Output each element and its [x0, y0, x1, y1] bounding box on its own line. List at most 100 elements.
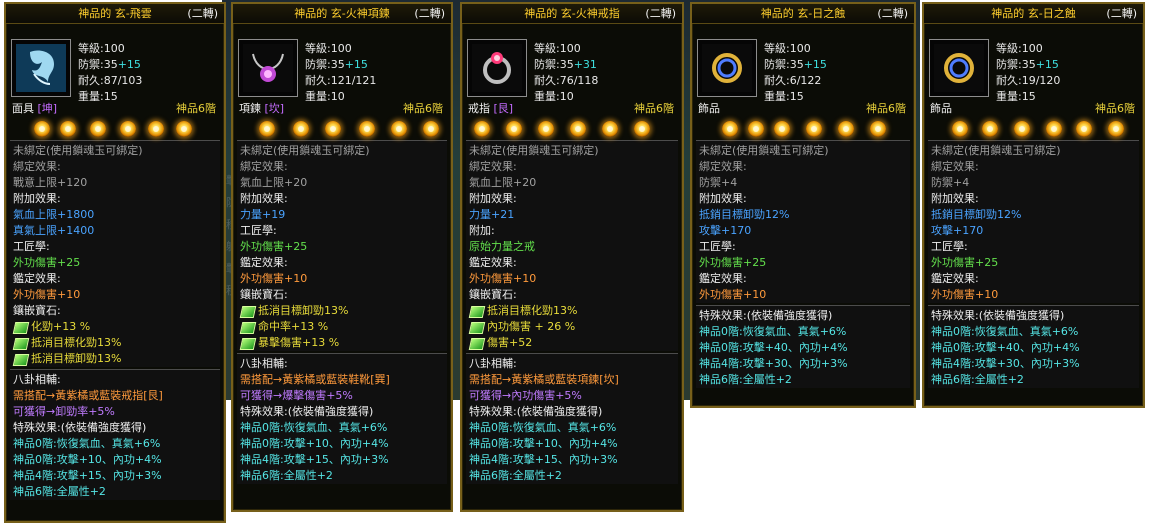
level-value: 100: [789, 42, 811, 55]
item-tooltip-panel: 神品的 玄-日之蝕 (二轉) 等級:100 防禦:35+15 耐久:19/120 重量:1…: [922, 2, 1145, 408]
item-trigram: [坎]: [264, 102, 285, 115]
item-title: 神品的 玄-火神戒指 (二轉): [462, 4, 682, 24]
effect-line: 需搭配→黃紫橘或藍裝項鍊[坎]: [469, 373, 619, 386]
item-type-row: 飾品 神品6階: [924, 101, 1143, 118]
gem-line: 抵消目標卸勁13%: [13, 351, 217, 367]
item-tooltip-panel: 神品的 玄-飛雲 (二轉) 等級:100 防禦:35+15 耐久:87/103 重量:15…: [4, 2, 226, 523]
item-type: 飾品: [930, 102, 952, 115]
item-base-stats: 等級:100 防禦:35+15 耐久:121/121 重量:10: [305, 41, 376, 105]
attribute-line: 鑑定效果:: [931, 272, 979, 285]
attribute-line: 工匠學:: [240, 224, 277, 237]
gem-line: 抵消目標卸勁13%: [240, 303, 444, 319]
effect-line: 需搭配→黃紫橘或藍裝戒指[艮]: [13, 389, 163, 402]
refine-orb-icon: [423, 121, 439, 137]
attribute-line: 鑑定效果:: [240, 256, 288, 269]
item-type: 飾品: [698, 102, 720, 115]
item-attributes: 未綁定(使用鎖魂玉可綁定) 綁定效果: 氣血上限+20 附加效果: 力量+19 工匠學: 外…: [237, 140, 447, 351]
durability-value: 76/118: [559, 74, 599, 87]
item-attributes: 未綁定(使用鎖魂玉可綁定) 綁定效果: 防禦+4 附加效果: 抵銷目標卸勁12% 攻擊+1…: [928, 140, 1139, 303]
refine-orb-icon: [722, 121, 738, 137]
defense-bonus: +15: [344, 58, 368, 71]
item-trigram: [艮]: [493, 102, 514, 115]
effect-line: 特殊效果:(依裝備強度獲得): [931, 309, 1065, 322]
effect-line: 八卦相輔:: [13, 373, 61, 386]
gem-line: 抵消目標化勁13%: [469, 303, 675, 319]
effect-line: 特殊效果:(依裝備強度獲得): [13, 421, 147, 434]
effect-line: 八卦相輔:: [240, 357, 288, 370]
item-header: 等級:100 防禦:35+15 耐久:6/122 重量:15: [692, 24, 914, 103]
defense-label: 防禦:: [534, 58, 560, 71]
refine-orb-row: [924, 118, 1143, 140]
item-grade: 神品6階: [866, 102, 906, 115]
refine-orb-row: [462, 118, 682, 140]
attribute-line: 工匠學:: [699, 240, 736, 253]
defense-bonus: +15: [1035, 58, 1059, 71]
item-tooltip-panel: 神品的 玄-火神項鍊 (二轉) 等級:100 防禦:35+15 耐久:121/121 重量…: [231, 2, 453, 512]
defense-bonus: +15: [803, 58, 827, 71]
item-base-stats: 等級:100 防禦:35+15 耐久:6/122 重量:15: [764, 41, 827, 105]
refine-orb-icon: [506, 121, 522, 137]
item-icon-frame: [238, 39, 298, 97]
refine-orb-icon: [90, 121, 106, 137]
item-attributes: 未綁定(使用鎖魂玉可綁定) 綁定效果: 防禦+4 附加效果: 抵銷目標卸勁12% 攻擊+1…: [696, 140, 910, 303]
refine-orb-icon: [1076, 121, 1092, 137]
item-icon-frame: [929, 39, 989, 97]
attribute-line: 鑲嵌寶石:: [469, 288, 517, 301]
attribute-line: 外功傷害+10: [469, 272, 537, 285]
gem-line: 抵消目標化勁13%: [13, 335, 217, 351]
item-name: 神品的 玄-日之蝕: [760, 7, 846, 20]
item-type-row: 戒指 [艮] 神品6階: [462, 101, 682, 118]
level-value: 100: [330, 42, 352, 55]
attribute-line: 外功傷害+10: [13, 288, 81, 301]
attribute-line: 氣血上限+1800: [13, 208, 95, 221]
refine-orb-icon: [870, 121, 886, 137]
effect-line: 神品0階:恢復氣血、真氣+6%: [699, 325, 847, 338]
effect-line: 神品6階:全屬性+2: [13, 485, 106, 498]
item-grade: 神品6階: [1095, 102, 1135, 115]
item-title: 神品的 玄-火神項鍊 (二轉): [233, 4, 451, 24]
attribute-line: 附加:: [469, 224, 495, 237]
refine-orb-icon: [1108, 121, 1124, 137]
refine-orb-icon: [1046, 121, 1062, 137]
effect-line: 特殊效果:(依裝備強度獲得): [699, 309, 833, 322]
effect-line: 神品0階:恢復氣血、真氣+6%: [931, 325, 1079, 338]
refine-orb-icon: [538, 121, 554, 137]
item-rebirth-tag: (二轉): [877, 7, 908, 20]
effect-line: 神品6階:全屬性+2: [469, 469, 562, 482]
refine-orb-icon: [570, 121, 586, 137]
mask-icon: [16, 44, 66, 92]
durability-value: 19/120: [1021, 74, 1061, 87]
item-name: 神品的 玄-火神項鍊: [294, 7, 390, 20]
refine-orb-icon: [806, 121, 822, 137]
attribute-line: 外功傷害+25: [931, 256, 999, 269]
attribute-line: 真氣上限+1400: [13, 224, 95, 237]
item-header: 等級:100 防禦:35+15 耐久:19/120 重量:15: [924, 24, 1143, 103]
item-grade: 神品6階: [176, 102, 216, 115]
attribute-line: 附加效果:: [240, 192, 288, 205]
item-set-effects: 八卦相輔: 需搭配→黃紫橘或藍裝鞋靴[巽] 可獲得→爆擊傷害+5% 特殊效果:(依裝備…: [237, 353, 447, 484]
attribute-line: 鑲嵌寶石:: [240, 288, 288, 301]
refine-orb-icon: [120, 121, 136, 137]
attribute-line: 鑑定效果:: [469, 256, 517, 269]
gem-line: 內功傷害 + 26 %: [469, 319, 675, 335]
attribute-line: 工匠學:: [13, 240, 50, 253]
attribute-line: 綁定效果:: [699, 160, 747, 173]
attribute-line: 附加效果:: [13, 192, 61, 205]
refine-orb-row: [6, 118, 224, 140]
effect-line: 神品4階:攻擊+30、內功+3%: [699, 357, 848, 370]
attribute-line: 外功傷害+25: [240, 240, 308, 253]
effect-line: 特殊效果:(依裝備強度獲得): [469, 405, 603, 418]
eclipse-ring-icon: [934, 44, 984, 92]
refine-orb-icon: [34, 121, 50, 137]
durability-value: 87/103: [103, 74, 143, 87]
item-base-stats: 等級:100 防禦:35+15 耐久:19/120 重量:15: [996, 41, 1060, 105]
attribute-line: 原始力量之戒: [469, 240, 535, 253]
effect-line: 可獲得→卸勁率+5%: [13, 405, 115, 418]
level-value: 100: [103, 42, 125, 55]
item-set-effects: 特殊效果:(依裝備強度獲得) 神品0階:恢復氣血、真氣+6% 神品0階:攻擊+40、…: [696, 305, 910, 388]
gem-line: 化勁+13 %: [13, 319, 217, 335]
item-name: 神品的 玄-火神戒指: [524, 7, 620, 20]
item-rebirth-tag: (二轉): [187, 7, 218, 20]
effect-line: 特殊效果:(依裝備強度獲得): [240, 405, 374, 418]
refine-orb-icon: [774, 121, 790, 137]
